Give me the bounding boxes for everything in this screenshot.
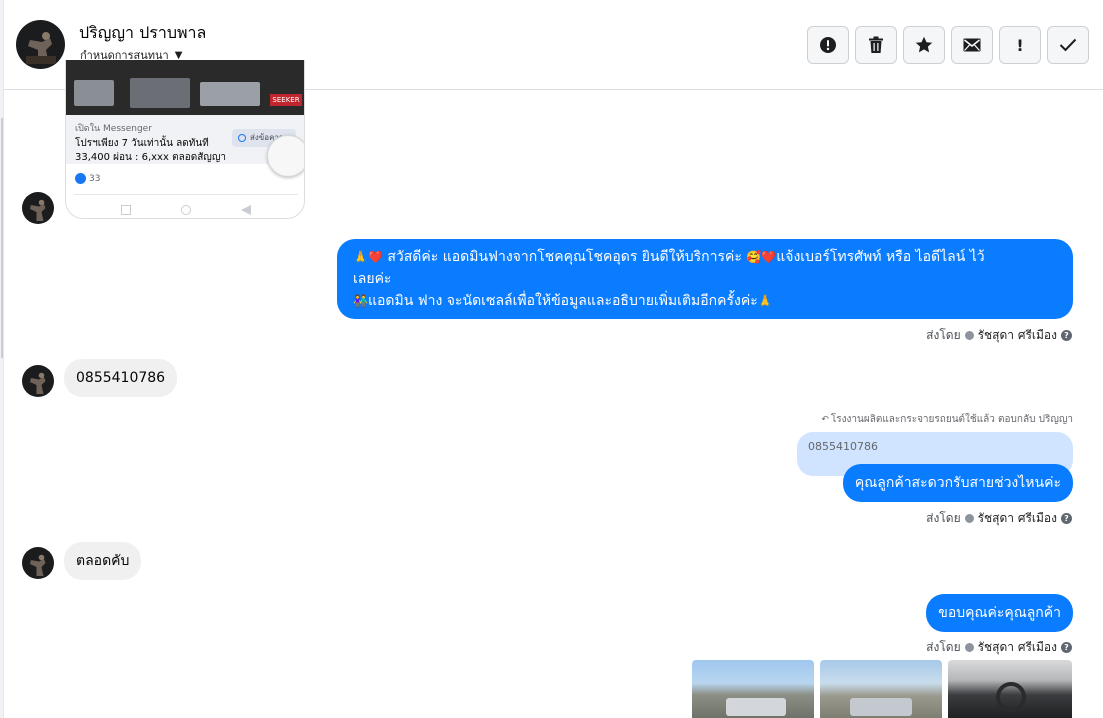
help-icon[interactable]: ? <box>1061 642 1072 653</box>
agent-status-icon <box>964 643 974 652</box>
messenger-icon <box>238 134 246 142</box>
phone-nav-bar <box>66 205 304 215</box>
follow-up-button[interactable]: ! <box>999 26 1041 64</box>
photo-attachments <box>692 660 1072 718</box>
pickup-truck <box>726 698 786 716</box>
agent-name[interactable]: รัชสุดา ศรีเมือง <box>978 638 1057 657</box>
pickup-truck <box>850 698 912 716</box>
vehicle-photo <box>200 82 260 106</box>
outgoing-message[interactable]: 🙏❤️ สวัสดีค่ะ แอดมินฟางจากโชคคุณโชคอุดร … <box>337 239 1073 319</box>
customer-avatar[interactable] <box>22 192 54 224</box>
customer-avatar[interactable] <box>22 365 54 397</box>
post-image: SEEKER <box>66 60 304 115</box>
report-spam-button[interactable] <box>807 26 849 64</box>
brand-tag: SEEKER <box>270 94 302 106</box>
checkmark-icon <box>1059 38 1077 52</box>
outgoing-message[interactable]: ขอบคุณค่ะคุณลูกค้า <box>926 594 1073 632</box>
incoming-message[interactable]: 0855410786 <box>64 359 178 397</box>
reply-arrow-icon: ↶ <box>821 414 829 425</box>
agent-name[interactable]: รัชสุดา ศรีเมือง <box>978 326 1057 345</box>
divider <box>74 194 298 195</box>
pray-emoji: 🙏 <box>757 294 773 308</box>
pray-heart-emoji: 🙏❤️ <box>353 250 383 264</box>
vehicle-photo <box>130 78 190 108</box>
sent-by-info: ส่งโดย รัชสุดา ศรีเมือง ? <box>926 509 1072 528</box>
exclamation-icon: ! <box>1016 35 1024 55</box>
sent-by-info: ส่งโดย รัชสุดา ศรีเมือง ? <box>926 638 1072 657</box>
reaction-count: 33 <box>89 173 101 184</box>
help-icon[interactable]: ? <box>1061 513 1072 524</box>
like-icon <box>75 173 86 184</box>
shared-post-card[interactable]: SEEKER เปิดใน Messenger โปรฯเพียง 7 วันเ… <box>65 60 305 219</box>
mark-unread-button[interactable] <box>951 26 993 64</box>
scrollbar-thumb[interactable] <box>1 118 3 358</box>
hearts-emoji: 🥰❤️ <box>746 250 777 264</box>
photo-attachment[interactable] <box>948 660 1072 718</box>
trash-icon <box>869 36 883 53</box>
steering-wheel <box>996 682 1026 712</box>
circle-icon <box>181 205 191 215</box>
square-icon <box>121 205 131 215</box>
back-triangle-icon <box>241 205 251 215</box>
reaction-summary: 33 <box>75 173 100 184</box>
agent-name[interactable]: รัชสุดา ศรีเมือง <box>978 509 1057 528</box>
star-button[interactable] <box>903 26 945 64</box>
star-icon <box>915 36 933 53</box>
caret-down-icon: ▼ <box>174 49 183 61</box>
reply-context: ↶ โรงงานผลิตและกระจายรถยนต์ใช้แล้ว ตอบกล… <box>821 414 1073 425</box>
customer-avatar[interactable] <box>22 547 54 579</box>
delete-button[interactable] <box>855 26 897 64</box>
post-title: โปรฯเพียง 7 วันเท่านั้น ลดทันที <box>75 138 209 149</box>
outgoing-message[interactable]: คุณลูกค้าสะดวกรับสายช่วงไหนค่ะ <box>842 464 1073 502</box>
envelope-icon <box>963 38 981 52</box>
floating-touch-button <box>267 135 304 177</box>
agent-status-icon <box>964 331 974 340</box>
contact-avatar[interactable] <box>16 20 65 69</box>
post-source: เปิดใน Messenger <box>75 124 152 134</box>
mark-done-button[interactable] <box>1047 26 1089 64</box>
help-icon[interactable]: ? <box>1061 330 1072 341</box>
vehicle-photo <box>74 80 114 106</box>
couple-emoji: 👫 <box>353 294 368 308</box>
post-price: 33,400 ผ่อน : 6,xxx ตลอดสัญญา <box>75 152 226 163</box>
alert-circle-icon <box>820 37 836 53</box>
sent-by-info: ส่งโดย รัชสุดา ศรีเมือง ? <box>926 326 1072 345</box>
photo-attachment[interactable] <box>692 660 814 718</box>
scrollbar-track[interactable] <box>0 0 4 718</box>
agent-status-icon <box>964 514 974 523</box>
incoming-message[interactable]: ตลอดคับ <box>64 542 142 580</box>
photo-attachment[interactable] <box>820 660 942 718</box>
action-toolbar: ! <box>807 26 1089 64</box>
contact-name[interactable]: ปริญญา ปราบพาล <box>79 21 206 46</box>
